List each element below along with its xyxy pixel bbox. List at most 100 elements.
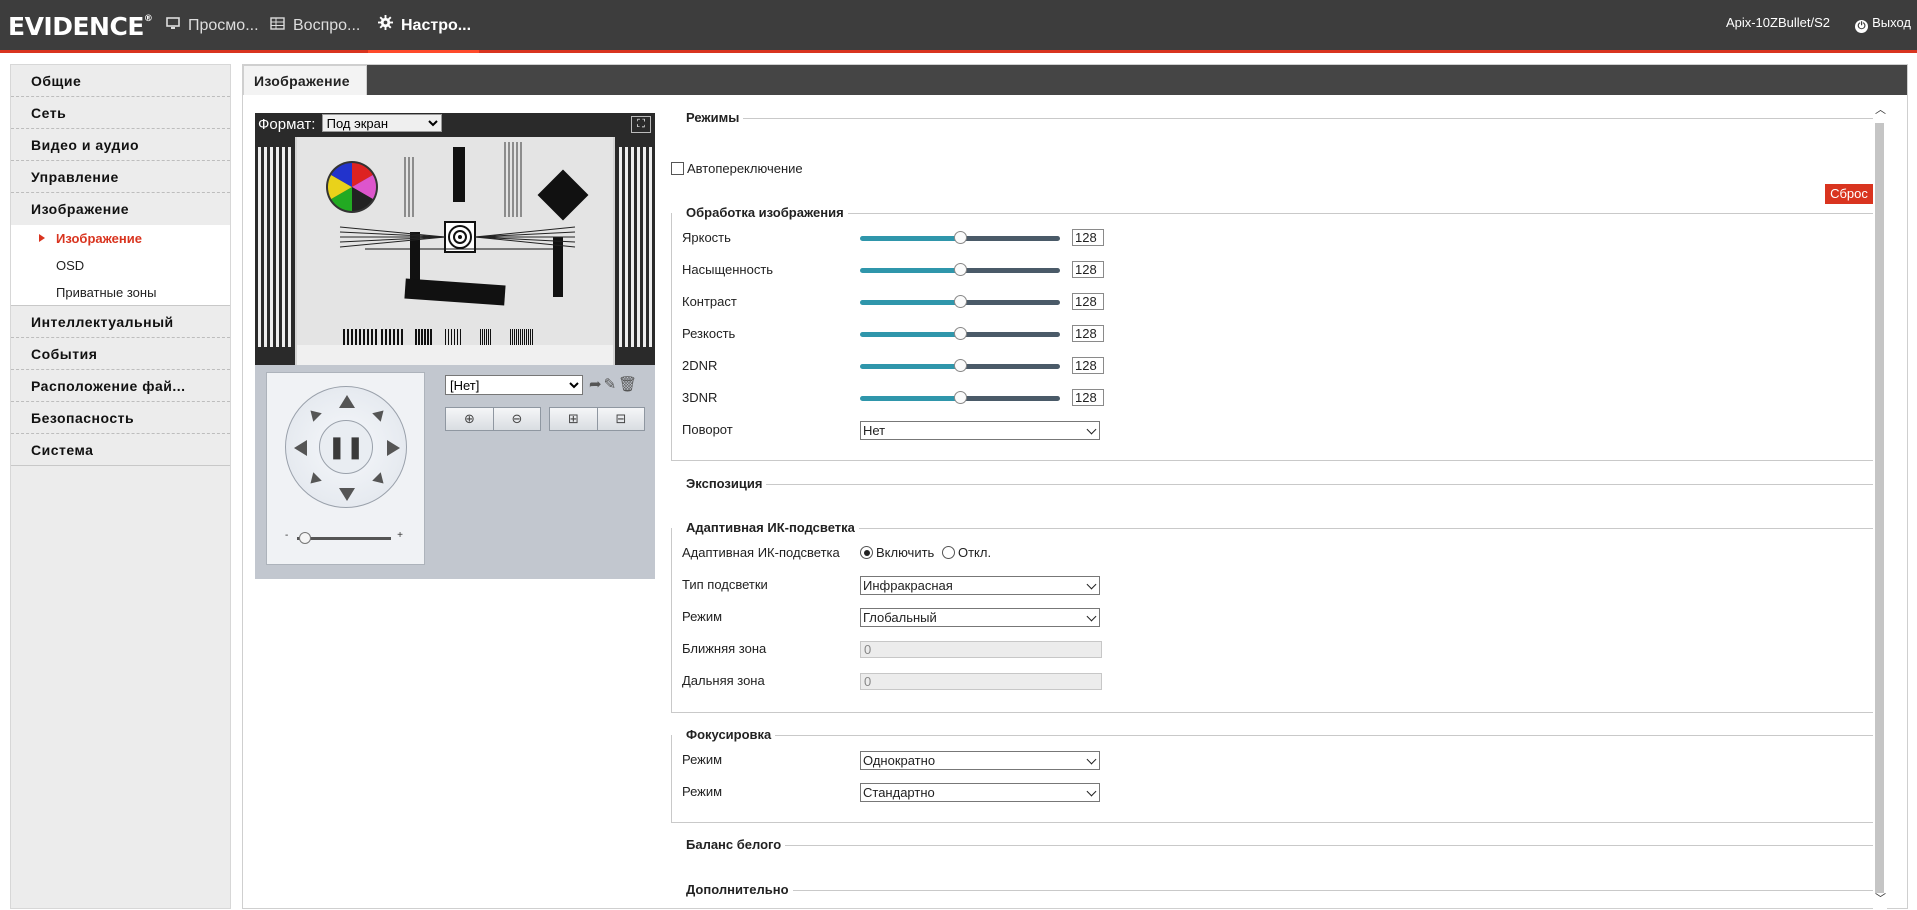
sidebar-item-video-audio[interactable]: Видео и аудио xyxy=(11,129,230,161)
settings-scrollbar[interactable]: ︿ ﹀ xyxy=(1873,95,1887,910)
preset-select[interactable]: [Нет] xyxy=(445,375,583,395)
scrollbar-thumb[interactable] xyxy=(1875,123,1884,893)
edit-icon[interactable]: ✎ xyxy=(604,376,619,393)
zoom-out-icon[interactable]: ⊖ xyxy=(493,408,540,430)
far-zone-label: Дальняя зона xyxy=(682,673,765,688)
contrast-slider-handle[interactable] xyxy=(954,295,967,308)
ir-type-select[interactable]: Инфракрасная xyxy=(860,576,1100,595)
brightness-label: Яркость xyxy=(682,230,731,245)
reset-button[interactable]: Сброс xyxy=(1825,184,1873,204)
preview-toolbar: Формат: Под экран ⛶ xyxy=(255,113,655,137)
zoom-in-icon[interactable]: ⊕ xyxy=(446,408,493,430)
focus-far-icon[interactable]: ⊟ xyxy=(597,408,644,430)
tab-playback[interactable]: Воспро... xyxy=(270,0,360,50)
sharpness-slider-handle[interactable] xyxy=(954,327,967,340)
saturation-slider-handle[interactable] xyxy=(954,263,967,276)
zoom-buttons: ⊕ ⊖ xyxy=(445,407,541,431)
focus-mode-select[interactable]: Однократно xyxy=(860,751,1100,770)
fullscreen-icon[interactable]: ⛶ xyxy=(631,116,651,133)
sidebar-item-security[interactable]: Безопасность xyxy=(11,402,230,434)
near-zone-input[interactable]: 0 xyxy=(860,641,1102,658)
sidebar-item-file-location[interactable]: Расположение фай... xyxy=(11,370,230,402)
near-zone-label: Ближняя зона xyxy=(682,641,767,656)
scroll-up-icon[interactable]: ︿ xyxy=(1875,105,1886,116)
dnr2-slider[interactable] xyxy=(860,359,1060,373)
content-tab-image[interactable]: Изображение xyxy=(243,65,367,95)
arrow-down-right-icon[interactable] xyxy=(372,472,388,488)
sharpness-label: Резкость xyxy=(682,326,736,341)
arrow-left-icon[interactable] xyxy=(294,440,307,456)
sidebar-item-image[interactable]: Изображение xyxy=(11,193,230,225)
power-icon: ⏻ xyxy=(1855,20,1869,33)
arrow-up-icon[interactable] xyxy=(339,395,355,408)
test-chart-image xyxy=(255,137,655,365)
sidebar-item-events[interactable]: События xyxy=(11,338,230,370)
focus-panel: Режим Однократно Режим Стандартно xyxy=(671,735,1877,823)
auto-switch-checkbox[interactable] xyxy=(671,162,684,175)
saturation-value[interactable]: 128 xyxy=(1072,261,1104,278)
sidebar-item-system[interactable]: Система xyxy=(11,434,230,466)
ir-on-radio[interactable] xyxy=(860,546,873,559)
far-zone-input[interactable]: 0 xyxy=(860,673,1102,690)
sidebar: Общие Сеть Видео и аудио Управление Изоб… xyxy=(10,64,231,909)
focus-buttons: ⊞ ⊟ xyxy=(549,407,645,431)
sidebar-item-general[interactable]: Общие xyxy=(11,65,230,97)
auto-switch-row: Автопереключение xyxy=(671,161,803,176)
sidebar-item-network[interactable]: Сеть xyxy=(11,97,230,129)
section-white-balance[interactable]: Баланс белого xyxy=(671,837,786,852)
rotation-select[interactable]: Нет xyxy=(860,421,1100,440)
brightness-slider[interactable] xyxy=(860,231,1060,245)
sidebar-subitem-image[interactable]: Изображение xyxy=(11,225,230,252)
contrast-slider[interactable] xyxy=(860,295,1060,309)
scroll-down-icon[interactable]: ﹀ xyxy=(1875,894,1886,905)
contrast-label: Контраст xyxy=(682,294,737,309)
dnr3-slider-handle[interactable] xyxy=(954,391,967,404)
dnr3-value[interactable]: 128 xyxy=(1072,389,1104,406)
tab-settings[interactable]: Настро... xyxy=(367,0,480,53)
sidebar-subitem-osd[interactable]: OSD xyxy=(11,252,230,279)
dnr3-label: 3DNR xyxy=(682,390,718,405)
sharpness-value[interactable]: 128 xyxy=(1072,325,1104,342)
focus-mode2-select[interactable]: Стандартно xyxy=(860,783,1100,802)
contrast-value[interactable]: 128 xyxy=(1072,293,1104,310)
saturation-slider[interactable] xyxy=(860,263,1060,277)
saturation-label: Насыщенность xyxy=(682,262,774,277)
pause-icon[interactable]: ❚❚ xyxy=(319,420,373,474)
settings-panel: Режимы Автопереключение Сброс Обработка … xyxy=(667,95,1887,910)
brightness-slider-handle[interactable] xyxy=(954,231,967,244)
focus-mode2-label: Режим xyxy=(682,784,723,799)
dnr2-slider-handle[interactable] xyxy=(954,359,967,372)
dnr2-label: 2DNR xyxy=(682,358,718,373)
brightness-value[interactable]: 128 xyxy=(1072,229,1104,246)
arrow-right-icon[interactable] xyxy=(387,440,400,456)
sidebar-item-control[interactable]: Управление xyxy=(11,161,230,193)
section-additional[interactable]: Дополнительно xyxy=(671,882,793,897)
arrow-up-left-icon[interactable] xyxy=(306,406,322,422)
playback-grid-icon xyxy=(270,0,285,52)
trash-icon[interactable]: 🗑 xyxy=(618,376,639,393)
dnr2-value[interactable]: 128 xyxy=(1072,357,1104,374)
adaptive-ir-radio-group: Включить Откл. xyxy=(860,544,991,562)
adaptive-ir-label: Адаптивная ИК-подсветка xyxy=(682,545,840,560)
arrow-up-right-icon[interactable] xyxy=(372,406,388,422)
format-select[interactable]: Под экран xyxy=(321,114,442,132)
logout-button[interactable]: ⏻ Выход xyxy=(1855,0,1911,46)
focus-near-icon[interactable]: ⊞ xyxy=(550,408,597,430)
ir-mode-select[interactable]: Глобальный xyxy=(860,608,1100,627)
section-modes[interactable]: Режимы xyxy=(671,110,744,125)
arrow-down-left-icon[interactable] xyxy=(306,472,322,488)
sidebar-item-intelligent[interactable]: Интеллектуальный xyxy=(11,306,230,338)
arrow-down-icon[interactable] xyxy=(339,488,355,501)
sharpness-slider[interactable] xyxy=(860,327,1060,341)
dnr3-slider[interactable] xyxy=(860,391,1060,405)
image-processing-panel: Яркость 128 Насыщенность 128 Контраст 12… xyxy=(671,213,1877,461)
go-to-preset-icon[interactable]: ➦ xyxy=(589,376,604,393)
ptz-speed-slider[interactable]: - + xyxy=(285,530,407,545)
tab-live-view[interactable]: Просмо... xyxy=(166,0,259,50)
sidebar-subitem-privacy-zones[interactable]: Приватные зоны xyxy=(11,279,230,306)
section-exposure[interactable]: Экспозиция xyxy=(671,476,767,491)
adaptive-ir-panel: Адаптивная ИК-подсветка Включить Откл. Т… xyxy=(671,528,1877,713)
ptz-direction-pad[interactable]: ❚❚ xyxy=(285,386,407,508)
ir-off-radio[interactable] xyxy=(941,546,955,559)
ptz-speed-handle[interactable] xyxy=(299,532,311,544)
